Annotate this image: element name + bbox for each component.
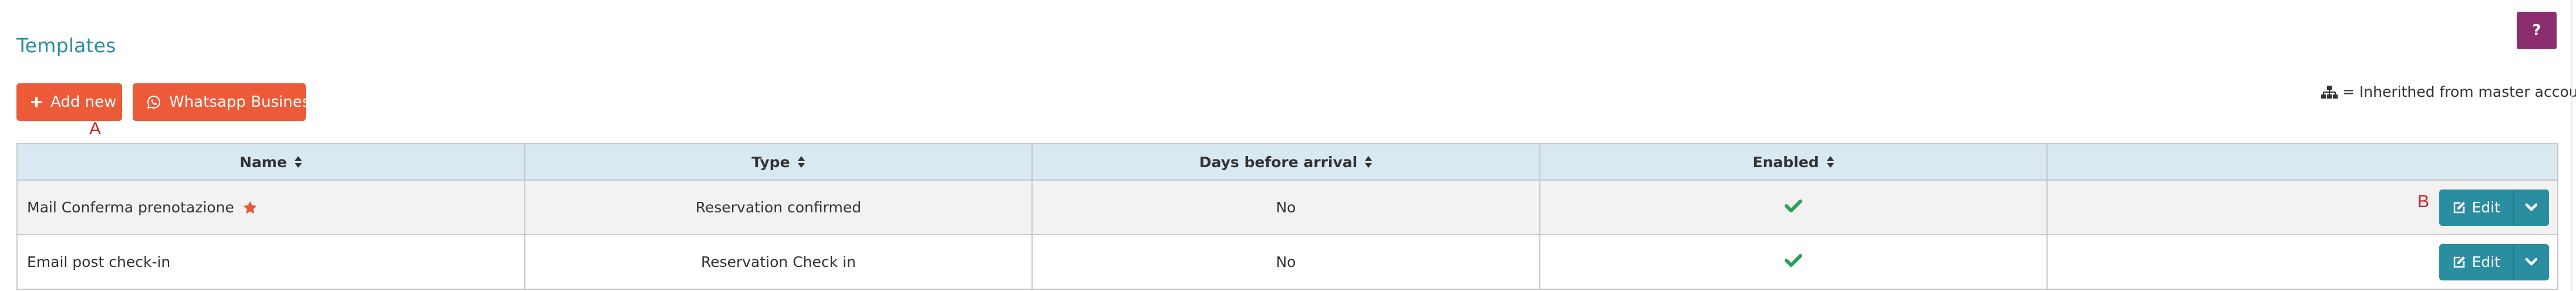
whatsapp-business-button[interactable]: Whatsapp Business (133, 83, 318, 121)
edit-button[interactable]: Edit (2439, 189, 2514, 226)
edit-label: Edit (2472, 199, 2500, 216)
column-header-enabled[interactable]: Enabled (1539, 143, 2048, 181)
add-new-label: Add new (50, 93, 117, 111)
type-cell: Reservation Check in (524, 234, 1033, 290)
edit-label: Edit (2472, 253, 2500, 270)
enabled-cell (1539, 234, 2048, 290)
whatsapp-label: Whatsapp Business (169, 93, 318, 111)
template-name: Mail Conferma prenotazione (27, 199, 234, 216)
sort-icon (1826, 155, 1835, 168)
chevron-down-icon (2525, 253, 2538, 270)
annotation-marker-a: A (89, 119, 102, 138)
edit-icon (2452, 255, 2466, 269)
table-row: Mail Conferma prenotazione Reservation c… (16, 180, 2558, 235)
column-header-name[interactable]: Name (16, 143, 525, 181)
template-name: Email post check-in (27, 253, 171, 270)
column-header-enabled-label: Enabled (1752, 153, 1819, 171)
column-header-name-label: Name (239, 153, 287, 171)
page-edge-divider (2571, 0, 2572, 291)
enabled-cell (1539, 180, 2048, 235)
sort-icon (797, 155, 805, 168)
whatsapp-icon (147, 95, 161, 109)
edit-button[interactable]: Edit (2439, 243, 2514, 280)
legend-text: = Inherithed from master account (2342, 83, 2576, 100)
check-icon (1785, 199, 1803, 216)
column-header-type[interactable]: Type (524, 143, 1033, 181)
add-new-button[interactable]: Add new (16, 83, 122, 121)
column-header-actions (2046, 143, 2558, 181)
days-cell: No (1031, 234, 1540, 290)
check-icon (1785, 253, 1803, 271)
edit-button-group: Edit (2439, 189, 2549, 226)
actions-cell: Edit (2046, 180, 2558, 235)
edit-button-group: Edit (2439, 243, 2549, 280)
days-cell: No (1031, 180, 1540, 235)
name-cell: Mail Conferma prenotazione (16, 180, 525, 235)
plus-icon (31, 96, 42, 108)
actions-cell: Edit (2046, 234, 2558, 290)
edit-dropdown-toggle[interactable] (2514, 189, 2549, 226)
column-header-days-before-arrival[interactable]: Days before arrival (1031, 143, 1540, 181)
page-title: Templates (16, 34, 116, 57)
sort-icon (1364, 155, 1373, 168)
templates-page: Templates ? Add new Whatsapp Business A (0, 0, 2576, 291)
table-row: Email post check-in Reservation Check in… (16, 234, 2558, 290)
edit-icon (2452, 201, 2466, 215)
column-header-type-label: Type (751, 153, 790, 171)
type-cell: Reservation confirmed (524, 180, 1033, 235)
help-button[interactable]: ? (2517, 12, 2557, 49)
annotation-marker-b: B (2417, 192, 2430, 211)
inherited-legend: = Inherithed from master account (2321, 83, 2576, 100)
name-cell: Email post check-in (16, 234, 525, 290)
star-icon (242, 200, 258, 215)
chevron-down-icon (2525, 199, 2538, 216)
sitemap-icon (2321, 85, 2338, 99)
edit-dropdown-toggle[interactable] (2514, 243, 2549, 280)
sort-icon (294, 155, 302, 168)
table-header-row: Name Type Days before arrival Enabled (16, 143, 2558, 181)
column-header-days-label: Days before arrival (1199, 153, 1358, 171)
templates-table: Name Type Days before arrival Enabled Ma… (16, 143, 2558, 290)
